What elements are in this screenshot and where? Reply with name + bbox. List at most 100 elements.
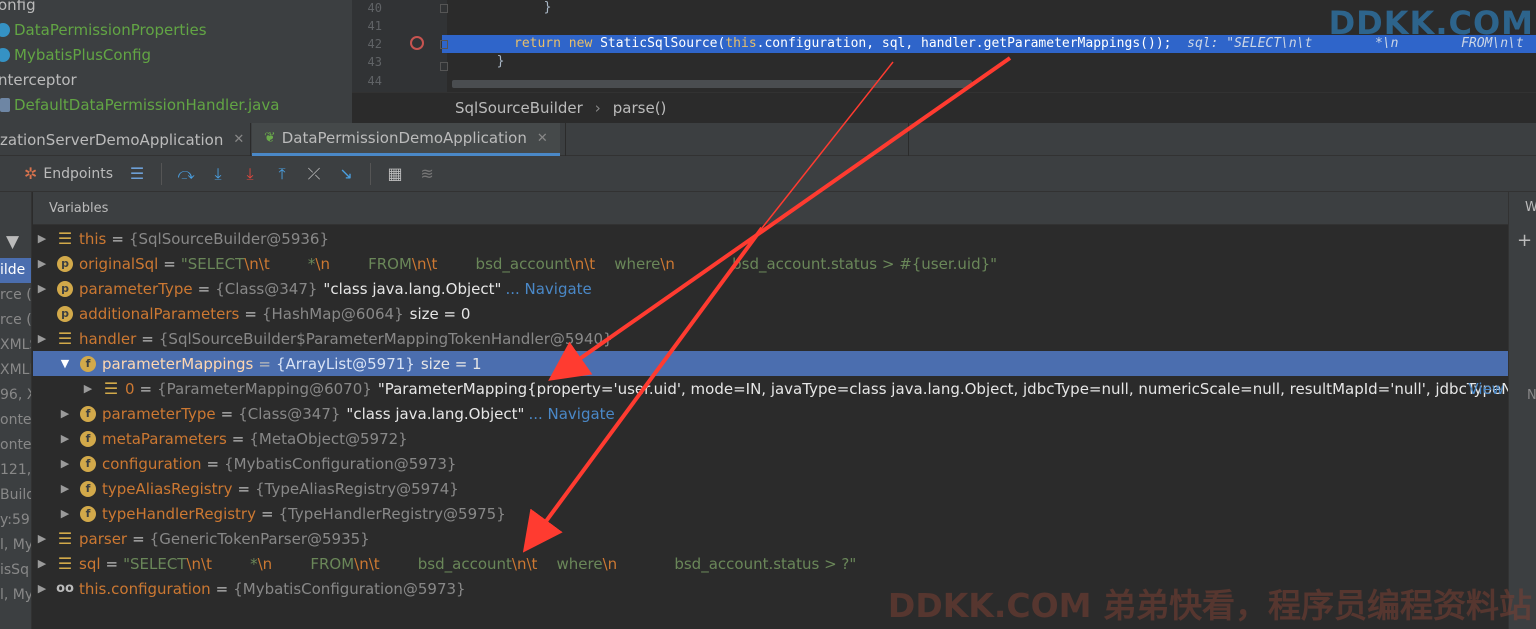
equals-sign: =	[215, 579, 229, 598]
stack-frame-item[interactable]: isSq	[0, 558, 29, 583]
tab-label: zationServerDemoApplication	[0, 130, 224, 149]
endpoints-button[interactable]: ✲ Endpoints	[24, 163, 113, 185]
add-watch-icon[interactable]: +	[1517, 230, 1532, 251]
equals-sign: =	[163, 254, 176, 273]
tree-item[interactable]: DataPermissionProperties	[0, 17, 207, 42]
expand-arrow-icon[interactable]: ▶	[60, 432, 70, 445]
code-line[interactable]	[447, 17, 1536, 35]
variable-type: {TypeHandlerRegistry@5975}	[278, 504, 506, 523]
expand-arrow-icon[interactable]: ▶	[60, 457, 70, 470]
variable-row[interactable]: ▶ ☰ 0 = {ParameterMapping@6070} "ParameterMap…	[33, 376, 1508, 401]
close-icon[interactable]: ✕	[233, 132, 244, 147]
close-icon[interactable]: ✕	[537, 131, 548, 146]
equals-sign: =	[231, 429, 245, 448]
equals-sign: =	[197, 279, 211, 298]
stack-frame-item[interactable]: y:59	[0, 508, 30, 533]
variable-row[interactable]: ▶ ☰ this = {SqlSourceBuilder@5936}	[33, 226, 1508, 251]
menu-icon[interactable]: ☰	[121, 163, 153, 185]
tree-item[interactable]: MybatisPlusConfig	[0, 42, 151, 67]
expand-arrow-icon[interactable]: ▶	[37, 232, 47, 245]
line-number: 40	[367, 1, 382, 15]
variable-row[interactable]: ▶ f parameterType = {Class@347} "class java.l…	[33, 401, 1508, 426]
code-editor[interactable]: DDKK.COM 40 } 41 42 return new StaticSqlSou…	[352, 0, 1536, 92]
filter-icon[interactable]: ▼	[6, 232, 19, 252]
expand-arrow-icon[interactable]: ▶	[37, 532, 47, 545]
view-link[interactable]: View	[1468, 380, 1504, 398]
stack-frame-item[interactable]: rce (/	[0, 308, 31, 333]
fold-marker-icon[interactable]	[440, 62, 448, 71]
variable-type: {MybatisConfiguration@5973}	[224, 454, 457, 473]
variable-row[interactable]: p additionalParameters = {HashMap@6064} size…	[33, 301, 1508, 326]
line-number: 43	[367, 55, 382, 69]
expand-arrow-icon[interactable]: ▶	[37, 332, 47, 345]
stack-frame-item[interactable]: onte	[0, 408, 31, 433]
variable-type: {SqlSourceBuilder$ParameterMappingTokenH…	[158, 329, 613, 348]
expand-arrow-icon[interactable]: ▶	[60, 482, 70, 495]
evaluate-expression-icon[interactable]: ▦	[379, 163, 411, 185]
variable-row[interactable]: ▶ ☰ parser = {GenericTokenParser@5935}	[33, 526, 1508, 551]
expand-arrow-icon[interactable]: ▶	[60, 507, 70, 520]
step-out-icon[interactable]: ⤒	[266, 163, 298, 185]
breadcrumb-item-class[interactable]: SqlSourceBuilder	[455, 99, 583, 117]
equals-sign: =	[206, 454, 220, 473]
fold-marker-icon[interactable]	[440, 40, 448, 49]
expand-arrow-icon[interactable]: ▶	[37, 257, 47, 270]
variable-row[interactable]: ▶ f typeAliasRegistry = {TypeAliasRegistry@5…	[33, 476, 1508, 501]
tab-authorization-server[interactable]: zationServerDemoApplication ✕	[0, 123, 244, 156]
code-line[interactable]	[447, 72, 1536, 90]
code-line[interactable]: }	[447, 53, 1536, 71]
project-tree: onfig DataPermissionProperties MybatisPlus…	[0, 0, 352, 123]
collapse-arrow-icon[interactable]: ▼	[60, 357, 70, 370]
stack-frame-item[interactable]: 96, X	[0, 383, 31, 408]
stack-frame-item[interactable]: XMLS	[0, 333, 31, 358]
stack-frame-item[interactable]: ilde	[0, 258, 31, 283]
breadcrumb-item-method[interactable]: parse()	[613, 99, 667, 117]
tab-data-permission-demo[interactable]: ❦ DataPermissionDemoApplication ✕	[252, 123, 560, 156]
variable-row[interactable]: ▶ f configuration = {MybatisConfiguration@59…	[33, 451, 1508, 476]
expand-arrow-icon[interactable]: ▶	[37, 282, 47, 295]
variable-type: {SqlSourceBuilder@5936}	[128, 229, 329, 248]
fold-marker-icon[interactable]	[440, 4, 448, 13]
step-into-icon[interactable]: ⤓	[202, 163, 234, 185]
variable-row[interactable]: ▶ f typeHandlerRegistry = {TypeHandlerRegist…	[33, 501, 1508, 526]
stack-frame-item[interactable]: l, My	[0, 533, 31, 558]
tab-label: DataPermissionDemoApplication	[281, 129, 527, 147]
breakpoint-icon[interactable]	[410, 36, 424, 50]
expand-arrow-icon[interactable]: ▶	[60, 407, 70, 420]
stack-frame-item[interactable]: l, My	[0, 583, 31, 608]
debug-toolbar: ✲ Endpoints ☰ ⤼ ⤓ ⤓ ⤒ ⤫ ↘ ▦ ≋	[0, 156, 1536, 192]
toolbar-divider	[370, 162, 372, 185]
drop-frame-icon[interactable]: ⤫	[298, 163, 330, 185]
variable-row[interactable]: ▶ ☰ sql = "SELECT\n\t *\n FROM\n\t bsd_accou…	[33, 551, 1508, 576]
tab-divider	[565, 123, 566, 156]
variable-row[interactable]: ▶ p parameterType = {Class@347} "class java.l…	[33, 276, 1508, 301]
variable-row[interactable]: ▶ f metaParameters = {MetaObject@5972}	[33, 426, 1508, 451]
endpoints-label: Endpoints	[43, 165, 114, 182]
variable-row[interactable]: ▶ ☰ handler = {SqlSourceBuilder$ParameterMap…	[33, 326, 1508, 351]
expand-arrow-icon[interactable]: ▶	[37, 582, 47, 595]
equals-sign: =	[260, 504, 274, 523]
run-to-cursor-icon[interactable]: ↘	[330, 163, 362, 185]
navigate-link[interactable]: ... Navigate	[505, 280, 591, 298]
variable-row[interactable]: ▶ p originalSql = "SELECT\n\t *\n FROM\n\t b…	[33, 251, 1508, 276]
expand-arrow-icon[interactable]: ▶	[83, 382, 93, 395]
code-line[interactable]: }	[447, 0, 1536, 17]
navigate-link[interactable]: ... Navigate	[528, 405, 614, 423]
stack-frame-item[interactable]: onte	[0, 433, 31, 458]
current-execution-line[interactable]: return new StaticSqlSource(this.configur…	[442, 35, 1536, 53]
tree-item[interactable]: nterceptor	[0, 67, 77, 92]
stack-frame-item[interactable]: rce (/	[0, 283, 31, 308]
tree-item[interactable]: onfig	[0, 0, 36, 17]
force-step-into-icon[interactable]: ⤓	[234, 163, 266, 185]
tree-item[interactable]: DefaultDataPermissionHandler.java	[0, 92, 279, 117]
tab-divider	[908, 123, 909, 156]
variable-row[interactable]: ▼ f parameterMappings = {ArrayList@5971} size…	[33, 351, 1508, 376]
expand-arrow-icon[interactable]: ▶	[37, 557, 47, 570]
stack-frame-item[interactable]: Build	[0, 483, 31, 508]
trace-stream-icon[interactable]: ≋	[411, 163, 443, 185]
variables-tree[interactable]: ▶ ☰ this = {SqlSourceBuilder@5936} ▶ p original…	[33, 226, 1508, 629]
stack-frame-item[interactable]: 121,	[0, 458, 31, 483]
equals-sign: =	[237, 479, 251, 498]
stack-frame-item[interactable]: XMLL	[0, 358, 31, 383]
step-over-icon[interactable]: ⤼	[170, 163, 202, 185]
